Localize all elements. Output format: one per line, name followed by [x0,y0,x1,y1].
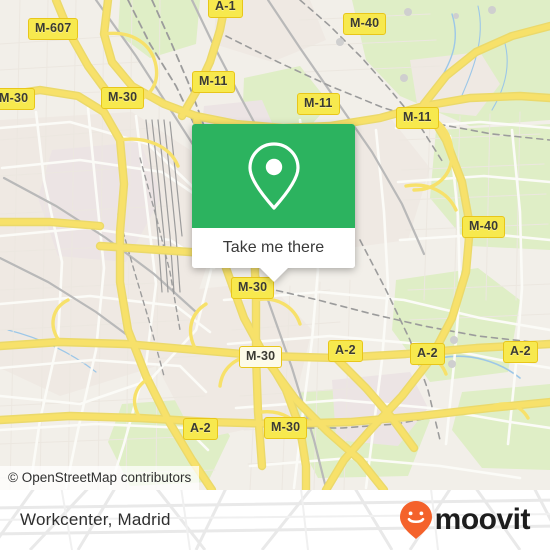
place-title: Workcenter, Madrid [20,510,171,529]
moovit-wordmark: moovit [434,503,531,536]
road-shield: M-30 [101,87,145,109]
moovit-brand-logo[interactable]: moovit [399,500,531,540]
callout-icon-area [192,124,355,228]
road-shield: M-30 [0,88,36,110]
road-shield: A-2 [328,340,363,362]
road-shield: M-40 [343,13,387,35]
road-shield: A-2 [183,418,218,440]
callout-pointer-tail [259,268,288,282]
callout-body: Take me there [192,124,355,268]
road-shield: M-11 [297,93,340,115]
road-shield: M-30 [239,346,283,368]
road-shield: M-11 [396,107,439,129]
footer-bar: Workcenter, Madrid moovit [0,490,550,550]
osm-attribution[interactable]: © OpenStreetMap contributors [0,466,200,490]
road-shield: A-1 [208,0,243,18]
moovit-place-card: .mw{fill:none;stroke:#f7e16a;stroke-line… [0,0,550,550]
callout-action-label[interactable]: Take me there [192,228,355,268]
road-shield: M-30 [264,417,308,439]
road-shield: M-11 [192,71,235,93]
road-shield: M-40 [462,216,506,238]
take-me-there-callout[interactable]: Take me there [192,124,355,282]
road-shield: A-2 [503,341,538,363]
moovit-smiley-pin-icon [399,501,432,539]
road-shield: M-607 [28,18,79,40]
map-canvas[interactable]: .mw{fill:none;stroke:#f7e16a;stroke-line… [0,0,550,490]
road-shield: A-2 [410,343,445,365]
map-pin-icon [247,142,300,210]
